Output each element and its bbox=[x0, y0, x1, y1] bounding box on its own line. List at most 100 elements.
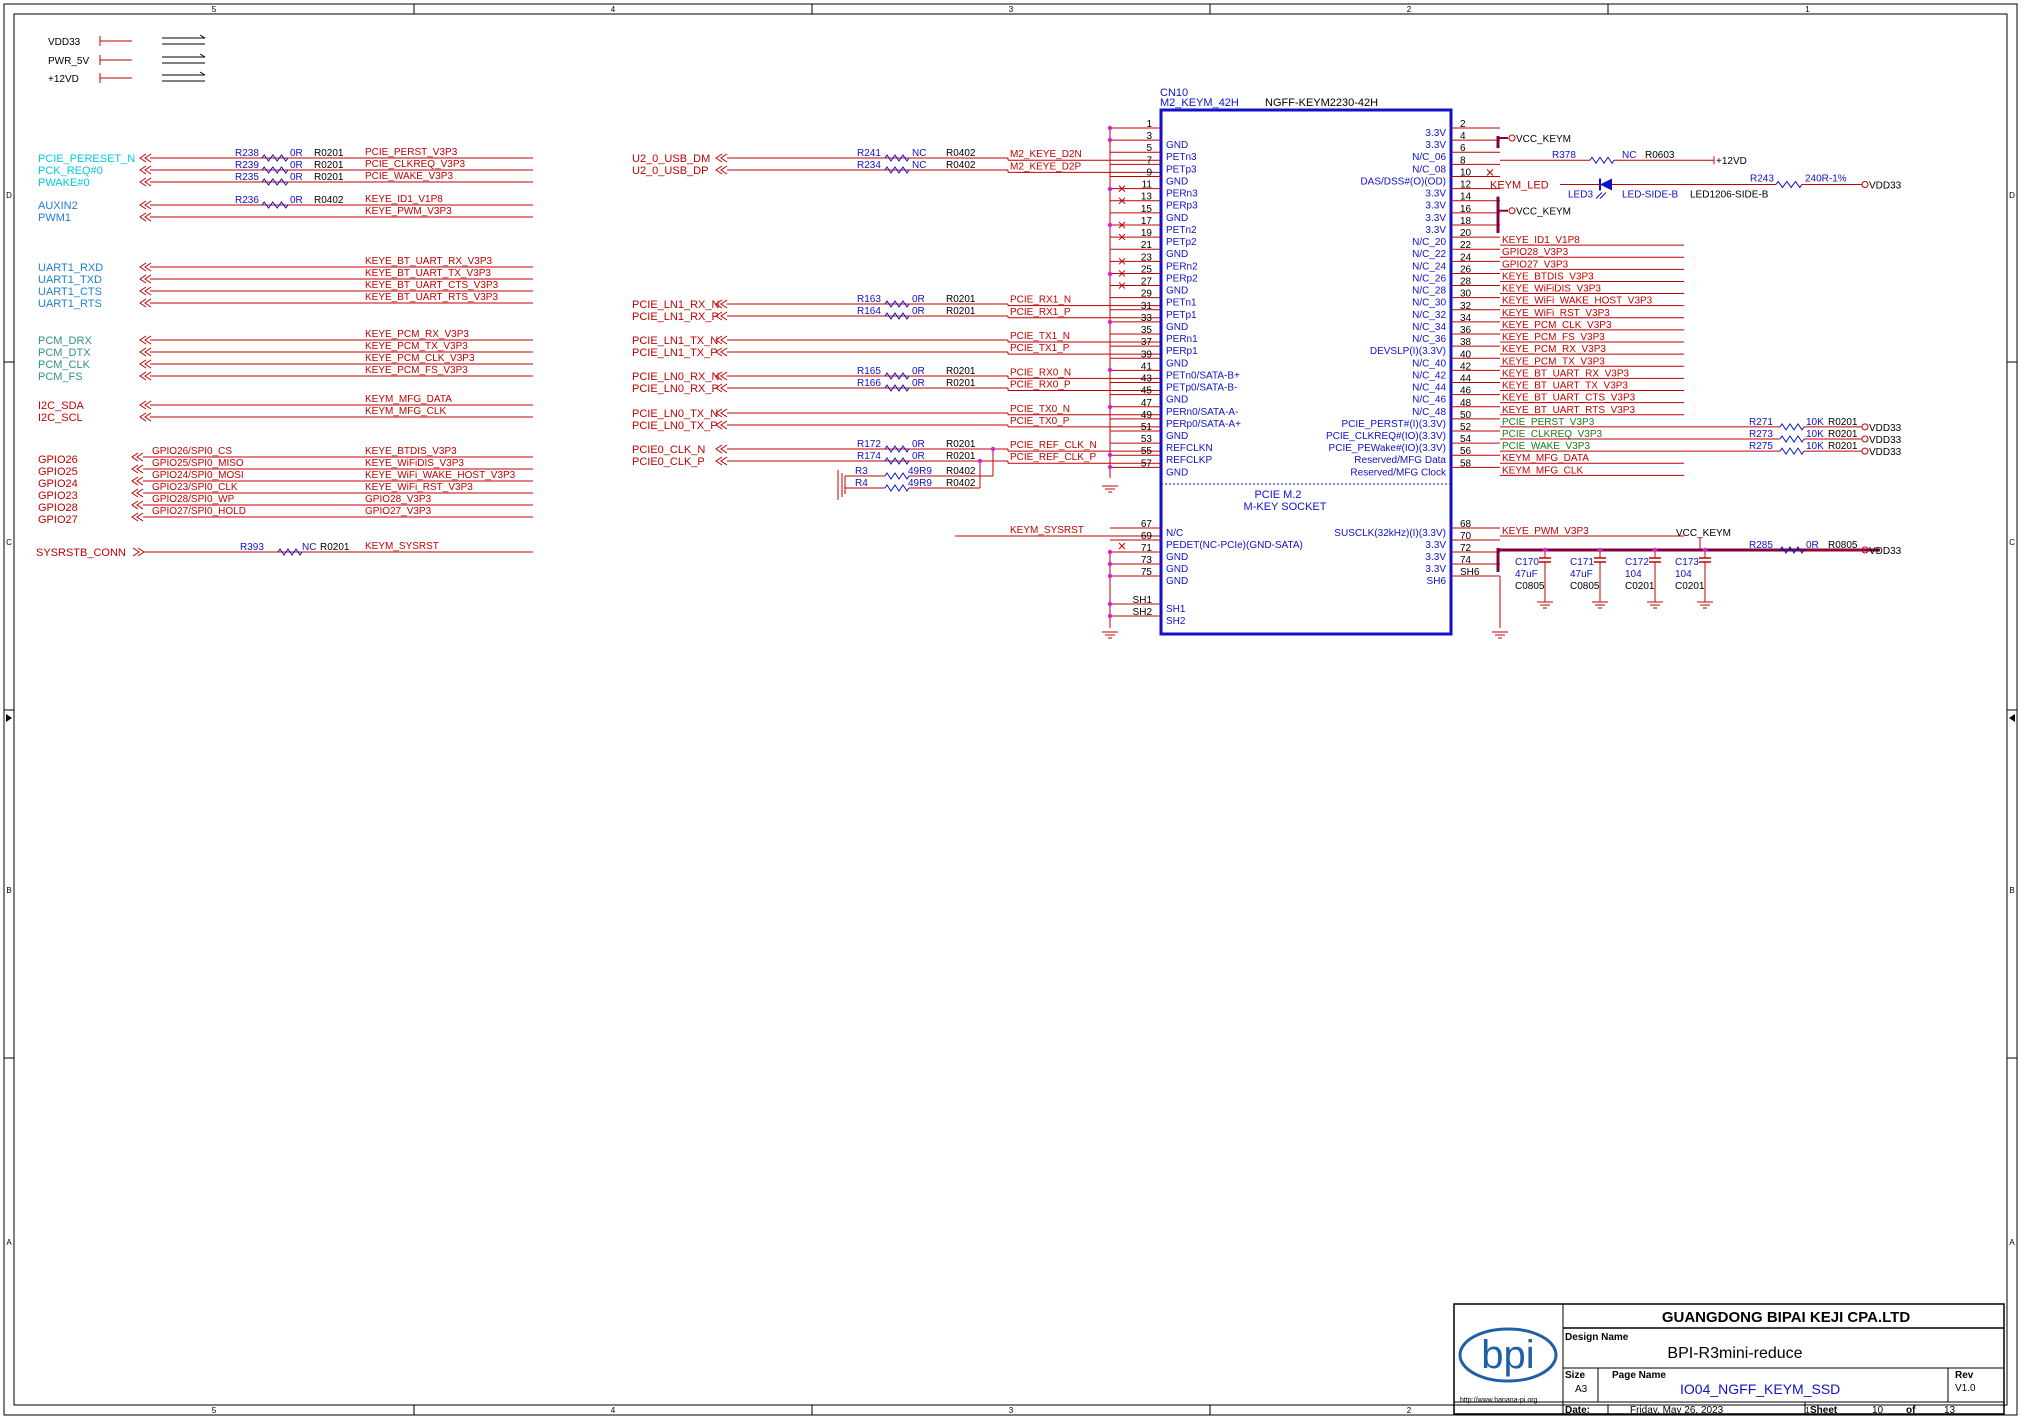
power-label: VCC_KEYM bbox=[1516, 207, 1571, 218]
cap-package: C0805 bbox=[1515, 581, 1545, 592]
net-label: KEYE_PWM_V3P3 bbox=[1502, 526, 1589, 537]
pin-number: 22 bbox=[1460, 240, 1472, 251]
pin-name: 3.3V bbox=[1425, 225, 1446, 236]
pin-name: PERn1 bbox=[1166, 334, 1198, 345]
port-label: U2_0_USB_DP bbox=[632, 165, 708, 177]
net-label: KEYE_BTDIS_V3P3 bbox=[1502, 271, 1594, 282]
net-label: PCIE_CLKREQ_V3P3 bbox=[1502, 429, 1602, 440]
pin-number: 26 bbox=[1460, 264, 1472, 275]
resistor-package: R0402 bbox=[946, 478, 976, 489]
zone-row-left: B bbox=[6, 886, 11, 895]
net-label: KEYM_MFG_CLK bbox=[365, 406, 446, 417]
junction-dot bbox=[1107, 367, 1113, 373]
rev-label: Rev bbox=[1955, 1370, 1974, 1381]
pin-name: GND bbox=[1166, 176, 1188, 187]
rev-value: V1.0 bbox=[1955, 1383, 1976, 1394]
cap-value: 104 bbox=[1675, 569, 1692, 580]
pin-name: SH6 bbox=[1427, 576, 1447, 587]
led-package: LED1206-SIDE-B bbox=[1690, 189, 1769, 200]
pin-name: PCIE_CLKREQ#(IO)(3.3V) bbox=[1326, 431, 1446, 442]
junction-dot bbox=[977, 458, 983, 464]
junction-dot bbox=[1542, 547, 1548, 553]
port-label: PCIE_LN1_RX_P bbox=[632, 311, 719, 323]
pin-name: PEDET(NC-PCIe)(GND-SATA) bbox=[1166, 540, 1303, 551]
pin-name: PERp2 bbox=[1166, 273, 1198, 284]
size-value: A3 bbox=[1575, 1384, 1588, 1395]
junction-dot bbox=[1107, 452, 1113, 458]
junction-dot bbox=[1107, 271, 1113, 277]
port-label: PCM_CLK bbox=[38, 359, 91, 371]
resistor-package: R0201 bbox=[314, 160, 344, 171]
pin-name: 3.3V bbox=[1425, 552, 1446, 563]
pin-number: 28 bbox=[1460, 277, 1472, 288]
pin-name: PETp3 bbox=[1166, 164, 1197, 175]
junction-dot bbox=[1107, 125, 1113, 131]
resistor-value: 49R9 bbox=[908, 478, 932, 489]
net-label: PCIE_TX0_P bbox=[1010, 416, 1070, 427]
pin-number: 19 bbox=[1141, 228, 1153, 239]
schematic-canvas: 5544332211D DC CB BA A VDD33PWR_5V+12VDPCIE_… bbox=[0, 0, 2021, 1419]
schematic-sheet: 5544332211DDCCBBAA VDD33 PWR_5V +12VD PCIE_… bbox=[0, 0, 2021, 1419]
resistor-package: R0402 bbox=[314, 195, 344, 206]
resistor-ref: R3 bbox=[855, 466, 868, 477]
pin-number: 44 bbox=[1460, 374, 1472, 385]
cap-ref: C171 bbox=[1570, 557, 1594, 568]
junction-dot bbox=[1107, 222, 1113, 228]
pin-name: GND bbox=[1166, 431, 1188, 442]
pin-name: 3.3V bbox=[1425, 189, 1446, 200]
company-url: http://www.banana-pi.org bbox=[1460, 1397, 1538, 1404]
pin-number: 68 bbox=[1460, 519, 1472, 530]
pin-number: 46 bbox=[1460, 386, 1472, 397]
resistor-ref: R241 bbox=[857, 148, 881, 159]
junction-dot bbox=[1652, 547, 1658, 553]
resistor-package: R0201 bbox=[946, 366, 976, 377]
port-label: UART1_RXD bbox=[38, 262, 103, 274]
pin-number: 50 bbox=[1460, 410, 1472, 421]
net-label: PCIE_TX1_P bbox=[1010, 343, 1070, 354]
resistor-package: R0402 bbox=[946, 160, 976, 171]
pin-name: PETp1 bbox=[1166, 310, 1197, 321]
pin-number: 70 bbox=[1460, 531, 1472, 542]
resistor-value: 0R bbox=[1806, 540, 1819, 551]
net-label: GPIO27_V3P3 bbox=[1502, 259, 1569, 270]
pin-number: 55 bbox=[1141, 446, 1153, 457]
pin-number: 33 bbox=[1141, 313, 1153, 324]
sheet-label: Sheet bbox=[1810, 1405, 1838, 1416]
pin-number: 48 bbox=[1460, 398, 1472, 409]
resistor-value: NC bbox=[912, 160, 926, 171]
pin-name: PCIE_PERST#(I)(3.3V) bbox=[1342, 419, 1446, 430]
resistor-value: NC bbox=[302, 542, 316, 553]
pin-number: SH1 bbox=[1133, 595, 1153, 606]
pin-number: 67 bbox=[1141, 519, 1153, 530]
net-label: PCIE_PERST_V3P3 bbox=[365, 147, 458, 158]
zone-row-left: A bbox=[6, 1238, 12, 1247]
resistor-ref: R271 bbox=[1749, 417, 1773, 428]
pin-name: REFCLKP bbox=[1166, 455, 1212, 466]
resistor-value: 0R bbox=[290, 172, 303, 183]
pin-name: SH2 bbox=[1166, 616, 1186, 627]
resistor-value: NC bbox=[912, 148, 926, 159]
sysrst-port-label: SYSRSTB_CONN bbox=[36, 547, 126, 559]
pin-number: 25 bbox=[1141, 264, 1153, 275]
power-label: VCC_KEYM bbox=[1516, 134, 1571, 145]
pin-number: 9 bbox=[1146, 167, 1152, 178]
sheet-total: 13 bbox=[1944, 1405, 1956, 1416]
gpio-function-label: GPIO23/SPI0_CLK bbox=[152, 482, 238, 493]
pin-name: GND bbox=[1166, 467, 1188, 478]
net-label: KEYE_BT_UART_RX_V3P3 bbox=[365, 256, 493, 267]
cap-package: C0201 bbox=[1675, 581, 1705, 592]
zone-col-top: 4 bbox=[611, 5, 616, 14]
pin-name: N/C_40 bbox=[1412, 358, 1446, 369]
pin-name: N/C_06 bbox=[1412, 152, 1446, 163]
resistor-package: R0402 bbox=[946, 148, 976, 159]
gpio-port-label: GPIO25 bbox=[38, 466, 78, 478]
port-label: PCIE_LN0_TX_P bbox=[632, 420, 718, 432]
net-label: KEYE_WiFi_WAKE_HOST_V3P3 bbox=[1502, 296, 1653, 307]
pin-name: PETp2 bbox=[1166, 237, 1197, 248]
resistor-ref: R163 bbox=[857, 294, 881, 305]
page-name-label: Page Name bbox=[1612, 1370, 1666, 1381]
pin-name: N/C_44 bbox=[1412, 383, 1446, 394]
resistor-value: 0R bbox=[290, 195, 303, 206]
resistor-ref: R273 bbox=[1749, 429, 1773, 440]
pin-number: 3 bbox=[1146, 131, 1152, 142]
